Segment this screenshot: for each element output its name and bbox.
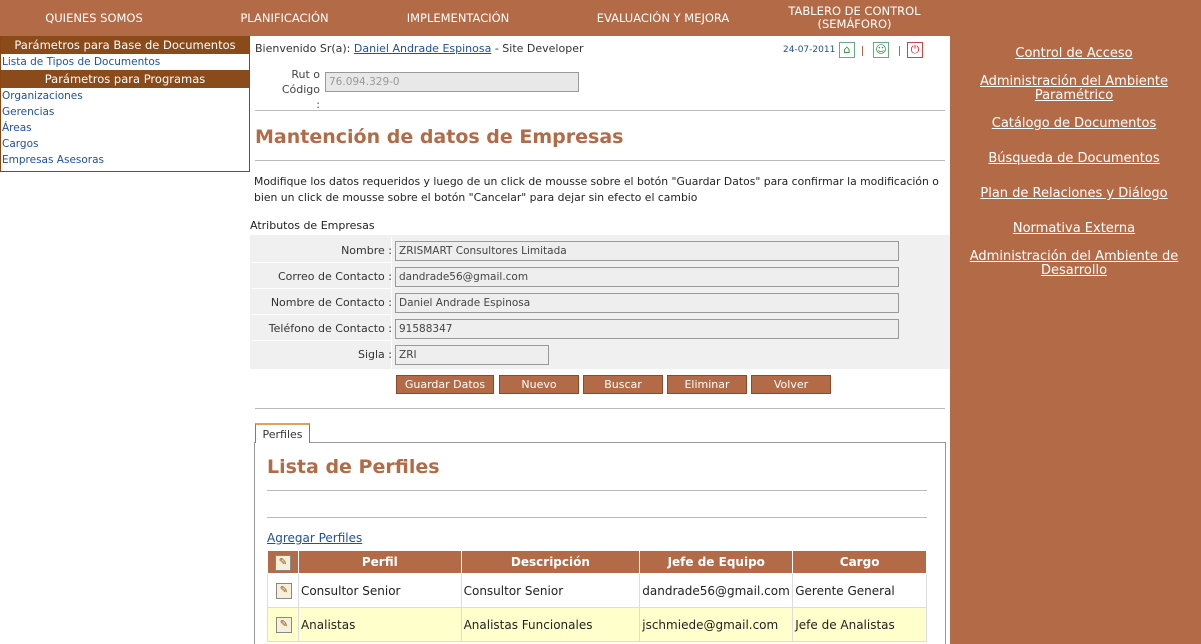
form-row-line <box>252 288 392 289</box>
welcome-prefix: Bienvenido Sr(a): <box>255 42 351 55</box>
correo-field[interactable]: dandrade56@gmail.com <box>395 267 899 287</box>
perfiles-table: ✎ Perfil Descripción Jefe de Equipo Carg… <box>267 550 927 642</box>
sidebar-item-cargos[interactable]: Cargos <box>1 136 249 152</box>
user-link[interactable]: Daniel Andrade Espinosa <box>354 42 491 55</box>
user-role: - Site Developer <box>491 42 584 55</box>
nav-planificacion[interactable]: PLANIFICACIÓN <box>188 0 381 36</box>
form-row-line <box>252 314 392 315</box>
sigla-label: Sigla : <box>357 348 392 361</box>
divider <box>267 490 927 491</box>
cell-cargo: Jefe de Analistas <box>792 607 927 642</box>
column-edit-header: ✎ <box>267 550 299 574</box>
link-normativa-externa[interactable]: Normativa Externa <box>968 222 1180 236</box>
sigla-field[interactable]: ZRI <box>395 345 549 365</box>
nav-tablero-control[interactable]: TABLERO DE CONTROL (SEMÁFORO) <box>776 0 933 36</box>
rut-input[interactable]: 76.094.329-0 <box>325 72 579 92</box>
column-header-perfil[interactable]: Perfil <box>297 550 462 574</box>
divider <box>267 517 927 518</box>
rut-label: Rut o Código : <box>281 68 320 111</box>
divider <box>255 110 945 111</box>
buscar-button[interactable]: Buscar <box>583 375 663 394</box>
table-row[interactable]: ✎ Consultor Senior Consultor Senior dand… <box>267 573 927 608</box>
column-header-cargo[interactable]: Cargo <box>792 550 927 574</box>
telefono-label: Teléfono de Contacto : <box>268 322 392 335</box>
column-header-descripcion[interactable]: Descripción <box>460 550 641 574</box>
tab-perfiles[interactable]: Perfiles <box>255 423 310 443</box>
link-plan-relaciones[interactable]: Plan de Relaciones y Diálogo <box>968 187 1180 201</box>
contacto-field[interactable]: Daniel Andrade Espinosa <box>395 293 899 313</box>
link-control-acceso[interactable]: Control de Acceso <box>968 47 1180 61</box>
edit-cell: ✎ <box>267 573 299 608</box>
power-icon[interactable]: ⏻ <box>907 42 923 58</box>
nombre-field[interactable]: ZRISMART Consultores Limitada <box>395 241 899 261</box>
page-title: Mantención de datos de Empresas <box>255 126 624 148</box>
separator <box>899 46 900 56</box>
volver-button[interactable]: Volver <box>751 375 831 394</box>
sidebar-item-tipos-documentos[interactable]: Lista de Tipos de Documentos <box>1 54 249 70</box>
sidebar-header-programas: Parámetros para Programas <box>1 70 249 88</box>
users-icon[interactable]: ☺ <box>873 42 889 58</box>
sidebar-header-documentos: Parámetros para Base de Documentos <box>1 36 249 54</box>
welcome-line: Bienvenido Sr(a): Daniel Andrade Espinos… <box>255 42 584 55</box>
link-catalogo-documentos[interactable]: Catálogo de Documentos <box>968 117 1180 131</box>
sidebar-item-gerencias[interactable]: Gerencias <box>1 104 249 120</box>
nav-evaluacion-mejora[interactable]: EVALUACIÓN Y MEJORA <box>535 0 791 36</box>
edit-icon[interactable]: ✎ <box>275 617 292 633</box>
page-description: Modifique los datos requeridos y luego d… <box>254 175 939 204</box>
cell-cargo: Gerente General <box>792 573 927 608</box>
right-panel: Control de Acceso Administración del Amb… <box>950 0 1201 644</box>
form-row-line <box>252 340 392 341</box>
current-date: 24-07-2011 <box>783 45 836 55</box>
link-ambiente-desarrollo[interactable]: Administración del Ambiente de Desarroll… <box>968 250 1180 278</box>
nav-implementacion[interactable]: IMPLEMENTACIÓN <box>381 0 535 36</box>
divider <box>255 408 945 409</box>
eliminar-button[interactable]: Eliminar <box>667 375 747 394</box>
nuevo-button[interactable]: Nuevo <box>499 375 579 394</box>
sidebar-item-organizaciones[interactable]: Organizaciones <box>1 88 249 104</box>
edit-cell: ✎ <box>267 607 299 642</box>
attributes-title: Atributos de Empresas <box>250 219 375 232</box>
cell-descripcion: Consultor Senior <box>460 573 641 608</box>
cell-descripcion: Analistas Funcionales <box>460 607 641 642</box>
cell-perfil: Analistas <box>297 607 462 642</box>
contacto-label: Nombre de Contacto : <box>270 296 392 309</box>
cell-jefe-equipo: dandrade56@gmail.com <box>639 573 794 608</box>
sidebar-item-areas[interactable]: Áreas <box>1 120 249 136</box>
cell-jefe-equipo: jschmiede@gmail.com <box>639 607 794 642</box>
table-row[interactable]: ✎ Analistas Analistas Funcionales jschmi… <box>267 607 927 642</box>
nombre-label: Nombre : <box>341 244 392 257</box>
telefono-field[interactable]: 91588347 <box>395 319 899 339</box>
guardar-datos-button[interactable]: Guardar Datos <box>396 375 494 394</box>
edit-all-icon[interactable]: ✎ <box>274 554 291 571</box>
column-header-jefe-equipo[interactable]: Jefe de Equipo <box>639 550 794 574</box>
link-ambiente-parametrico[interactable]: Administración del Ambiente Paramétrico <box>968 75 1180 103</box>
top-navigation: QUIENES SOMOS PLANIFICACIÓN IMPLEMENTACI… <box>0 0 950 36</box>
link-busqueda-documentos[interactable]: Búsqueda de Documentos <box>968 152 1180 166</box>
home-icon[interactable]: ⌂ <box>839 42 855 58</box>
correo-label: Correo de Contacto : <box>278 270 392 283</box>
sidebar-item-empresas-asesoras[interactable]: Empresas Asesoras <box>1 152 249 168</box>
form-row-line <box>252 262 392 263</box>
separator <box>862 46 863 56</box>
table-header-row: ✎ Perfil Descripción Jefe de Equipo Carg… <box>267 550 927 574</box>
cell-perfil: Consultor Senior <box>297 573 462 608</box>
agregar-perfiles-link[interactable]: Agregar Perfiles <box>267 531 362 545</box>
left-sidebar: Parámetros para Base de Documentos Lista… <box>0 36 250 172</box>
perfiles-title: Lista de Perfiles <box>267 456 440 478</box>
divider <box>255 160 945 161</box>
nav-quienes-somos[interactable]: QUIENES SOMOS <box>0 0 188 36</box>
edit-icon[interactable]: ✎ <box>275 583 292 599</box>
